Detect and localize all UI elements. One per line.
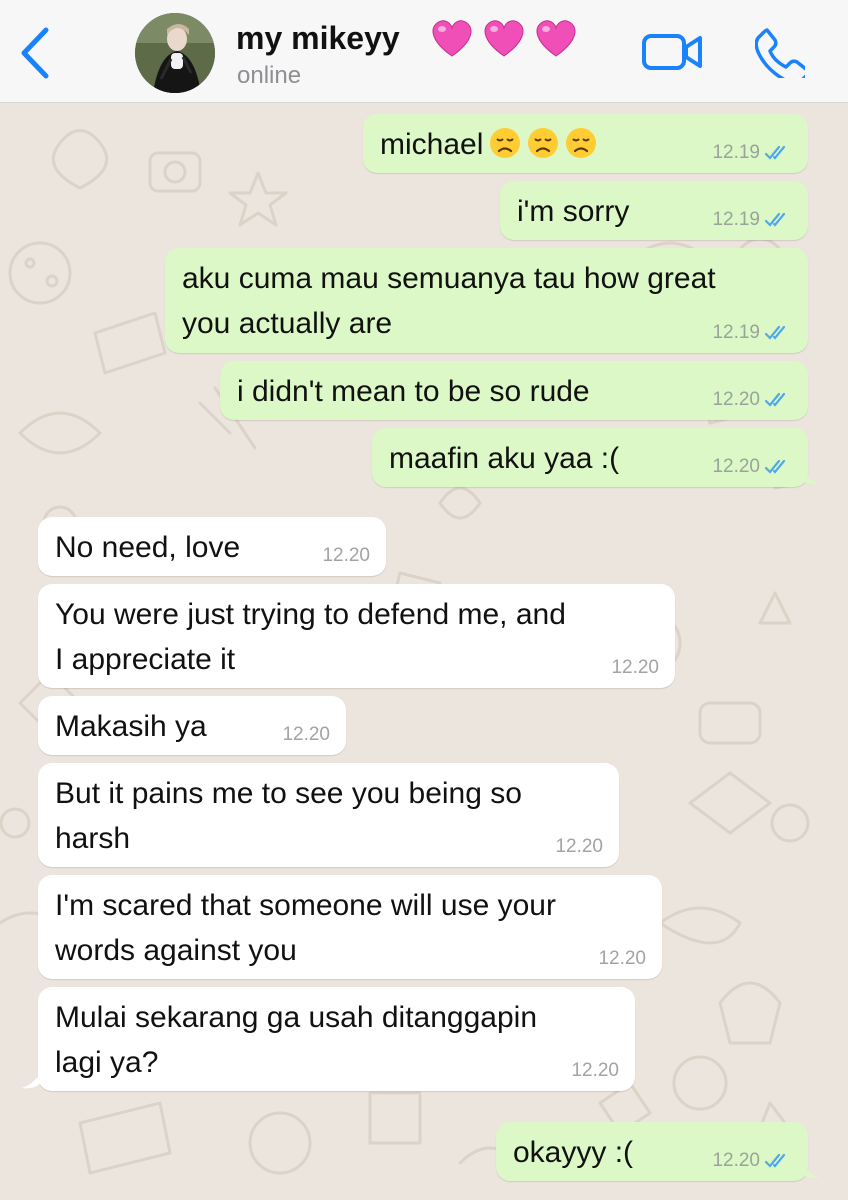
message-text-line: But it pains me to see you being so xyxy=(55,777,522,810)
message-time: 12.19 xyxy=(712,142,760,163)
message-meta: 12.20 xyxy=(282,725,330,745)
double-check-icon xyxy=(764,212,786,227)
message-outgoing[interactable]: i didn't mean to be so rude 12.20 xyxy=(220,361,808,420)
chat-header: my mikeyy online xyxy=(0,0,848,103)
message-outgoing[interactable]: i'm sorry 12.19 xyxy=(500,181,808,240)
message-text-line: I'm scared that someone will use your xyxy=(55,889,556,922)
message-text-line: I appreciate it xyxy=(55,643,236,676)
message-meta: 12.19 xyxy=(712,143,792,163)
hearts-emoji xyxy=(432,20,576,57)
message-time: 12.20 xyxy=(282,724,330,745)
message-incoming[interactable]: You were just trying to defend me, and I… xyxy=(38,584,675,688)
disappointed-face-icon xyxy=(490,128,521,158)
message-time: 12.20 xyxy=(555,836,603,857)
message-meta: 12.20 xyxy=(712,457,792,477)
message-meta: 12.20 xyxy=(571,1061,619,1081)
message-text-line: harsh xyxy=(55,822,131,855)
bubble-tail xyxy=(800,464,820,485)
message-time: 12.20 xyxy=(571,1060,619,1081)
message-outgoing[interactable]: aku cuma mau semuanya tau how great you … xyxy=(165,248,808,353)
message-text: i didn't mean to be so rude xyxy=(237,375,590,408)
message-incoming[interactable]: Mulai sekarang ga usah ditanggapin lagi … xyxy=(38,987,635,1091)
double-check-icon xyxy=(764,1153,786,1168)
message-text-line: words against you xyxy=(55,934,297,967)
double-check-icon xyxy=(764,145,786,160)
message-time: 12.19 xyxy=(712,209,760,230)
message-meta: 12.20 xyxy=(611,658,659,678)
message-meta: 12.20 xyxy=(598,949,646,969)
message-text-line: lagi ya? xyxy=(55,1046,159,1079)
message-incoming[interactable]: Makasih ya 12.20 xyxy=(38,696,346,755)
message-time: 12.20 xyxy=(611,657,659,678)
message-meta: 12.20 xyxy=(712,390,792,410)
message-meta: 12.20 xyxy=(712,1151,792,1171)
message-time: 12.19 xyxy=(712,322,760,343)
message-time: 12.20 xyxy=(322,545,370,566)
message-time: 12.20 xyxy=(712,389,760,410)
message-text-line: Mulai sekarang ga usah ditanggapin xyxy=(55,1001,538,1034)
message-text-line: You were just trying to defend me, and xyxy=(55,598,566,631)
disappointed-face-icon xyxy=(566,128,597,158)
contact-name[interactable]: my mikeyy xyxy=(236,20,400,57)
chevron-left-icon[interactable] xyxy=(18,26,52,80)
message-meta: 12.20 xyxy=(555,837,603,857)
bubble-tail xyxy=(800,1158,820,1179)
double-check-icon xyxy=(764,325,786,340)
message-incoming[interactable]: I'm scared that someone will use your wo… xyxy=(38,875,662,979)
message-outgoing[interactable]: okayyy :( 12.20 xyxy=(496,1122,808,1181)
message-text-line: aku cuma mau semuanya tau how great xyxy=(182,262,716,295)
message-meta: 12.19 xyxy=(712,210,792,230)
video-call-icon[interactable] xyxy=(641,30,703,74)
double-check-icon xyxy=(764,392,786,407)
message-incoming[interactable]: No need, love 12.20 xyxy=(38,517,386,576)
presence-status: online xyxy=(237,62,302,89)
avatar-image xyxy=(135,13,215,93)
message-meta: 12.20 xyxy=(322,546,370,566)
message-outgoing[interactable]: michael 12.19 xyxy=(363,114,808,173)
avatar[interactable] xyxy=(135,13,215,93)
message-time: 12.20 xyxy=(712,1150,760,1171)
phone-icon[interactable] xyxy=(755,26,805,78)
message-time: 12.20 xyxy=(598,948,646,969)
disappointed-face-icon xyxy=(528,128,559,158)
message-outgoing[interactable]: maafin aku yaa :( 12.20 xyxy=(372,428,808,487)
bubble-tail xyxy=(22,1068,42,1089)
double-check-icon xyxy=(764,459,786,474)
message-incoming[interactable]: But it pains me to see you being so hars… xyxy=(38,763,619,867)
message-meta: 12.19 xyxy=(712,323,792,343)
message-time: 12.20 xyxy=(712,456,760,477)
message-text-line: you actually are xyxy=(182,307,393,340)
